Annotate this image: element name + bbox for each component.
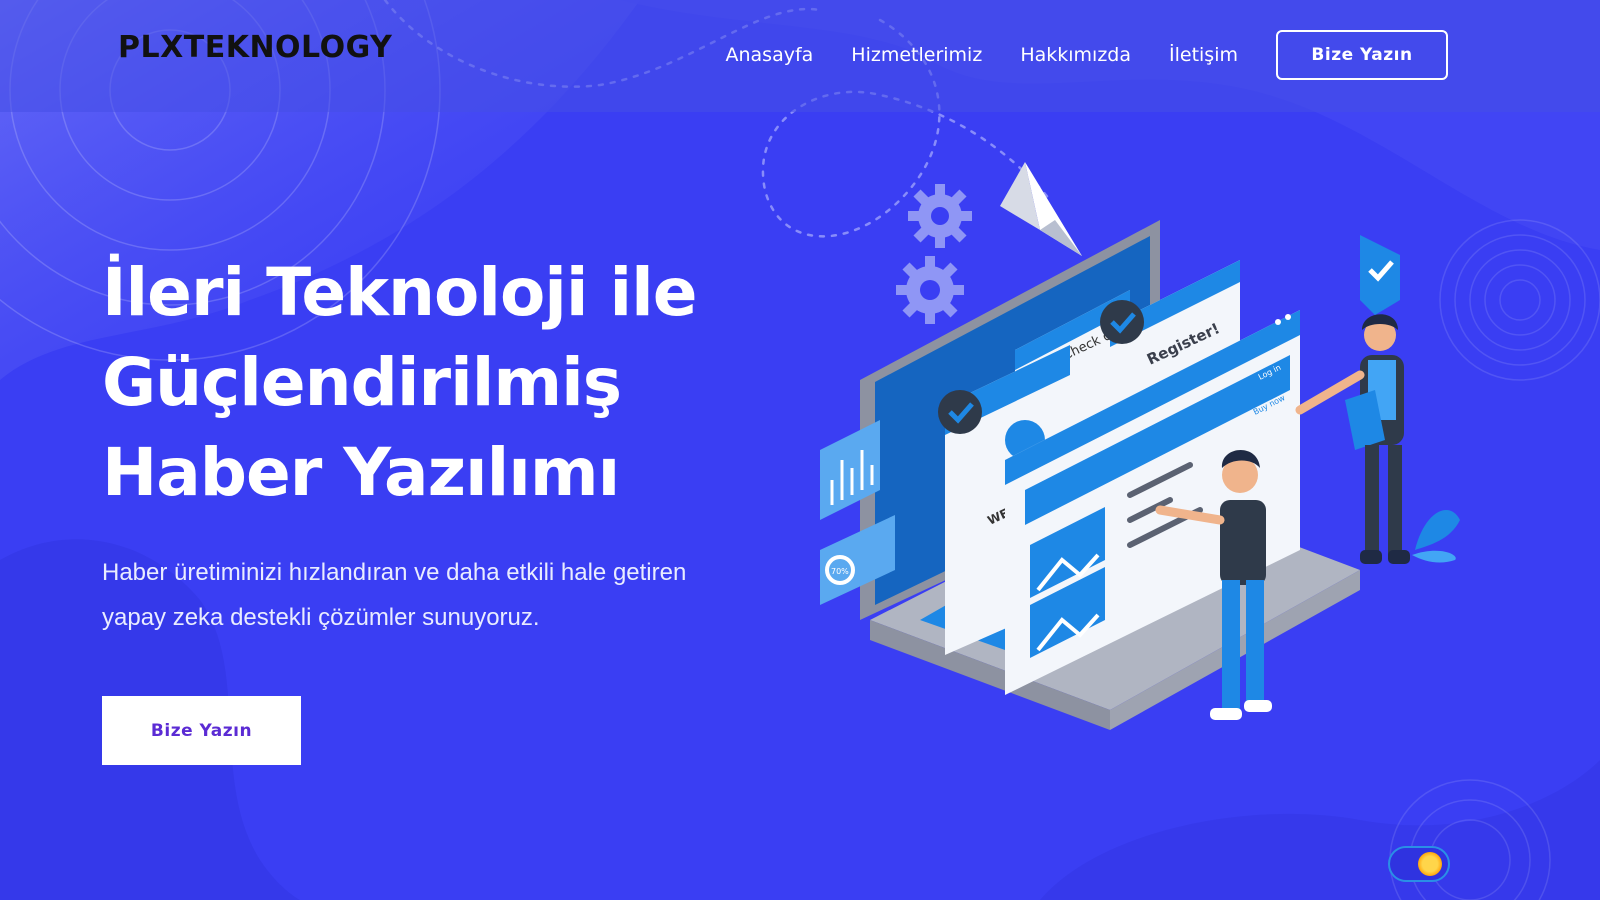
main-nav: Anasayfa Hizmetlerimiz Hakkımızda İletiş… [725,30,1448,80]
percent-label: 70% [831,567,849,576]
nav-link-home[interactable]: Anasayfa [725,44,813,66]
theme-toggle[interactable] [1388,846,1450,882]
site-logo[interactable]: PLXTEKNOLOGY [118,30,392,65]
paper-plane-icon [1000,162,1082,256]
sun-icon [1418,852,1442,876]
hero-title-line-1: İleri Teknoloji ile [102,254,698,331]
hero-subtitle: Haber üretiminizi hızlandıran ve daha et… [102,559,687,631]
web-development-illustration-icon: 70% Check out Register! WE Log in Buy no… [820,162,1460,730]
hero-title: İleri Teknoloji ile Güçlendirilmiş Haber… [102,248,698,518]
nav-link-contact[interactable]: İletişim [1169,44,1238,66]
nav-link-about[interactable]: Hakkımızda [1020,44,1131,66]
shield-check-icon [1360,235,1400,315]
gear-icon [896,256,964,324]
gear-icon [908,184,972,248]
header-contact-button[interactable]: Bize Yazın [1276,30,1448,80]
hero-contact-button[interactable]: Bize Yazın [102,696,301,765]
hero-title-line-3: Haber Yazılımı [102,434,620,511]
hero-title-line-2: Güçlendirilmiş [102,344,622,421]
site-header: PLXTEKNOLOGY Anasayfa Hizmetlerimiz Hakk… [0,0,1600,112]
nav-link-services[interactable]: Hizmetlerimiz [851,44,982,66]
person-icon [1295,314,1410,564]
